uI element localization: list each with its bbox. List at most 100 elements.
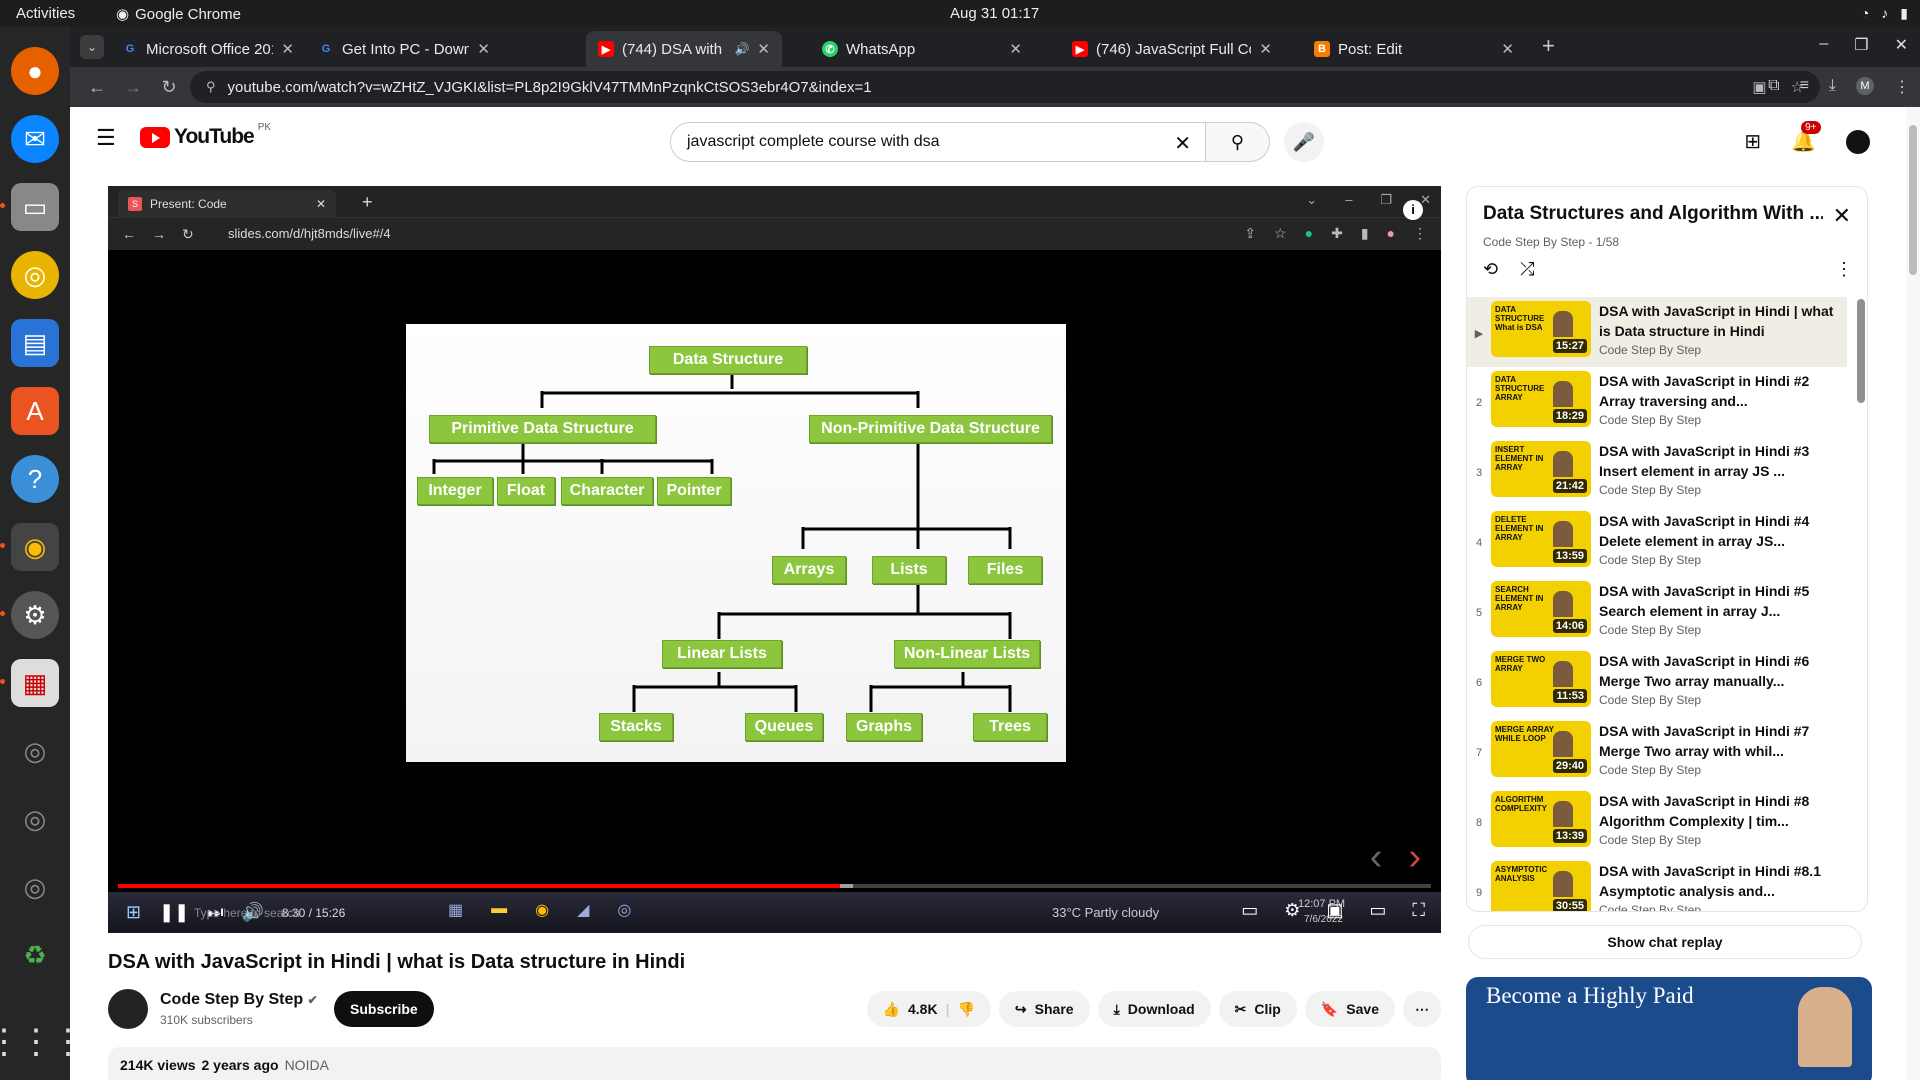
playlist-item[interactable]: 4 DELETE ELEMENT IN ARRAY 13:59 DSA with Ja… [1467, 507, 1847, 577]
close-playlist-icon[interactable]: ✕ [1833, 203, 1851, 229]
chrome-menu-icon[interactable]: ⋮ [1894, 77, 1910, 97]
tab-office[interactable]: G Microsoft Office 2016 P ✕ [110, 31, 306, 67]
info-icon[interactable]: i [1403, 200, 1423, 220]
voice-search-button[interactable]: 🎤 [1284, 122, 1324, 162]
menu-icon[interactable]: ☰ [96, 125, 116, 151]
settings-gear-icon[interactable]: ⚙ [1284, 900, 1300, 921]
page-scrollbar[interactable] [1906, 107, 1920, 1080]
video-player[interactable]: S Present: Code ✕ + ⌄ – ❐ ✕ ← → ↻ slides.com/d/… [108, 186, 1441, 933]
download-button[interactable]: ⤓ Download [1097, 991, 1211, 1027]
tab-whatsapp[interactable]: ✆ WhatsApp ✕ [810, 31, 1034, 67]
subtitles-icon[interactable]: ▭ [1241, 900, 1258, 921]
back-icon[interactable]: ← [88, 77, 106, 98]
search-button[interactable]: ⚲ [1206, 122, 1270, 162]
disc-icon-1[interactable]: ◎ [11, 727, 59, 775]
trash-icon[interactable]: ♻ [11, 931, 59, 979]
playlist-item[interactable]: 9 ASYMPTOTIC ANALYSIS 30:55 DSA with JavaSc… [1467, 857, 1847, 911]
playlist-more-icon[interactable]: ⋮ [1835, 259, 1853, 280]
shuffle-icon[interactable]: ⤮ [1520, 259, 1534, 280]
playlist-item[interactable]: 2 DATA STRUCTURE ARRAY 18:29 DSA with JavaS… [1467, 367, 1847, 437]
playlist-item[interactable]: 6 MERGE TWO ARRAY 11:53 DSA with JavaScript… [1467, 647, 1847, 717]
playlist-item[interactable]: ▶ DATA STRUCTURE What is DSA 15:27 DSA with… [1467, 297, 1847, 367]
video-thumbnail[interactable]: DATA STRUCTURE ARRAY 18:29 [1491, 371, 1591, 427]
subscribe-button[interactable]: Subscribe [334, 991, 434, 1027]
new-tab-button[interactable]: + [1542, 33, 1555, 59]
notifications-icon[interactable]: 🔔 9+ [1791, 121, 1821, 154]
thumbs-down-icon[interactable]: 👎 [957, 1001, 974, 1018]
help-icon[interactable]: ? [11, 455, 59, 503]
channel-name[interactable]: Code Step By Step ✔ [160, 991, 318, 1009]
miniplayer-icon[interactable]: ▣ [1326, 900, 1343, 921]
video-thumbnail[interactable]: SEARCH ELEMENT IN ARRAY 14:06 [1491, 581, 1591, 637]
close-tab-icon[interactable]: ✕ [757, 40, 770, 58]
disc-icon-2[interactable]: ◎ [11, 795, 59, 843]
create-icon[interactable]: ⊞ [1744, 129, 1761, 154]
downloads-icon[interactable]: ⤓ [1829, 77, 1836, 97]
forward-icon[interactable]: → [124, 77, 142, 98]
writer-icon[interactable]: ▤ [11, 319, 59, 367]
minimize-icon[interactable]: – [1819, 35, 1828, 55]
search-input[interactable]: javascript complete course with dsa ✕ [670, 122, 1206, 162]
tab-post-edit[interactable]: B Post: Edit ✕ [1302, 31, 1526, 67]
media-icon[interactable]: ≡ [1800, 77, 1809, 97]
close-tab-icon[interactable]: ✕ [281, 40, 294, 58]
thunderbird-icon[interactable]: ✉ [11, 115, 59, 163]
close-tab-icon[interactable]: ✕ [1259, 40, 1272, 58]
tab-search-icon[interactable]: ⌄ [80, 35, 104, 59]
tab-javascript-course[interactable]: ▶ (746) JavaScript Full Cou ✕ [1060, 31, 1284, 67]
tab-getintopc[interactable]: G Get Into PC - Download ✕ [306, 31, 502, 67]
close-tab-icon[interactable]: ✕ [477, 40, 490, 58]
cast-icon[interactable]: ▣ [1752, 78, 1766, 96]
account-avatar[interactable] [1846, 129, 1870, 154]
playlist-item[interactable]: 8 ALGORITHM COMPLEXITY 13:39 DSA with JavaS… [1467, 787, 1847, 857]
location[interactable]: NOIDA [285, 1057, 329, 1073]
theater-icon[interactable]: ▭ [1369, 900, 1386, 921]
video-thumbnail[interactable]: ALGORITHM COMPLEXITY 13:39 [1491, 791, 1591, 847]
video-thumbnail[interactable]: DATA STRUCTURE What is DSA 15:27 [1491, 301, 1591, 357]
profile-avatar[interactable]: M [1856, 77, 1874, 95]
ad-banner[interactable]: Become a Highly Paid [1466, 977, 1872, 1080]
video-thumbnail[interactable]: MERGE TWO ARRAY 11:53 [1491, 651, 1591, 707]
document-viewer-icon[interactable]: ▦ [0, 659, 59, 707]
playlist-item[interactable]: 3 INSERT ELEMENT IN ARRAY 21:42 DSA with Ja… [1467, 437, 1847, 507]
rhythmbox-icon[interactable]: ◎ [11, 251, 59, 299]
video-thumbnail[interactable]: ASYMPTOTIC ANALYSIS 30:55 [1491, 861, 1591, 911]
description-box[interactable]: 214K views 2 years ago NOIDA [108, 1047, 1441, 1080]
files-icon[interactable]: ▭ [0, 183, 59, 231]
playlist-item[interactable]: 7 MERGE ARRAY WHILE LOOP 29:40 DSA with Jav… [1467, 717, 1847, 787]
progress-bar[interactable] [118, 884, 1431, 888]
save-button[interactable]: 🔖 Save [1304, 991, 1395, 1027]
playlist-title[interactable]: Data Structures and Algorithm With ... [1483, 203, 1823, 225]
settings-icon[interactable]: ⚙ [0, 591, 59, 639]
clock[interactable]: Aug 31 01:17 [950, 5, 1039, 22]
system-tray[interactable]: ◔ ♪ ▮ [1861, 5, 1908, 22]
restore-icon[interactable]: ❐ [1854, 35, 1868, 55]
chrome-dock-icon[interactable]: ◉ [0, 523, 59, 571]
site-info-icon[interactable]: ⚲ [206, 79, 216, 95]
share-button[interactable]: ↪ Share [998, 991, 1090, 1027]
software-icon[interactable]: A [11, 387, 59, 435]
reload-icon[interactable]: ↻ [160, 77, 178, 98]
fullscreen-icon[interactable]: ⛶ [1412, 900, 1425, 921]
audio-playing-icon[interactable]: 🔊 [734, 42, 749, 56]
show-chat-replay-button[interactable]: Show chat replay [1468, 925, 1862, 959]
more-actions-button[interactable]: ⋯ [1403, 991, 1441, 1027]
playlist-item[interactable]: 5 SEARCH ELEMENT IN ARRAY 14:06 DSA with Ja… [1467, 577, 1847, 647]
close-tab-icon[interactable]: ✕ [1009, 40, 1022, 58]
pause-icon[interactable]: ❚❚ [159, 902, 189, 923]
like-button[interactable]: 👍 4.8K | 👎 [866, 991, 991, 1027]
firefox-icon[interactable]: ● [11, 47, 59, 95]
tab-dsa-youtube[interactable]: ▶ (744) DSA with JavaS 🔊 ✕ [586, 31, 782, 67]
clear-search-icon[interactable]: ✕ [1174, 131, 1191, 156]
activities-button[interactable]: Activities [16, 5, 75, 22]
extensions-icon[interactable]: ⧉ [1768, 77, 1779, 97]
loop-icon[interactable]: ⟲ [1483, 259, 1498, 280]
address-bar[interactable]: ⚲ youtube.com/watch?v=wZHtZ_VJGKI&list=PL… [190, 71, 1820, 103]
video-thumbnail[interactable]: DELETE ELEMENT IN ARRAY 13:59 [1491, 511, 1591, 567]
disc-icon-3[interactable]: ◎ [11, 863, 59, 911]
close-window-icon[interactable]: ✕ [1895, 35, 1908, 55]
app-menu[interactable]: ◉ Google Chrome [116, 5, 241, 24]
channel-avatar[interactable] [108, 989, 148, 1029]
video-thumbnail[interactable]: INSERT ELEMENT IN ARRAY 21:42 [1491, 441, 1591, 497]
close-tab-icon[interactable]: ✕ [1501, 40, 1514, 58]
